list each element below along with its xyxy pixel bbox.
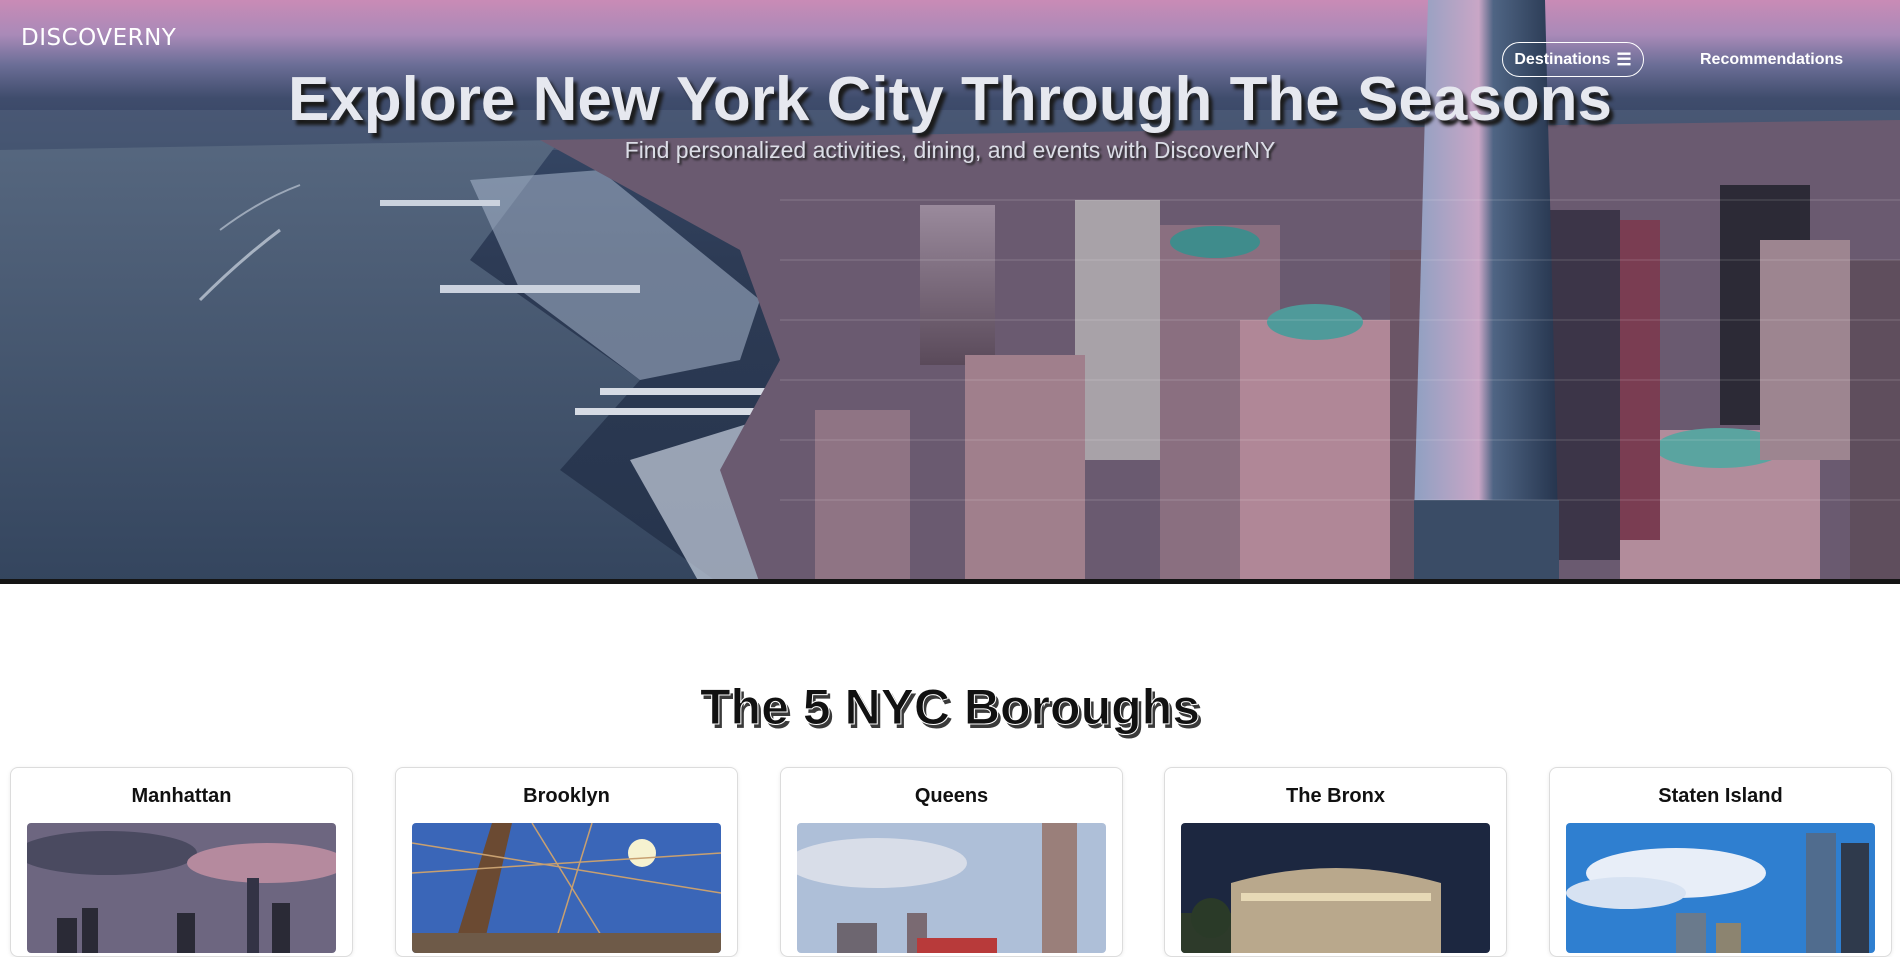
borough-card-queens[interactable]: Queens (780, 767, 1123, 957)
the-bronx-image (1181, 823, 1490, 953)
site-logo[interactable]: DISCOVERNY (21, 25, 176, 51)
hero-title: Explore New York City Through The Season… (287, 65, 1613, 134)
borough-card-brooklyn[interactable]: Brooklyn (395, 767, 738, 957)
borough-card-the-bronx[interactable]: The Bronx (1164, 767, 1507, 957)
hero-banner: DISCOVERNY Destinations ☰ Recommendation… (0, 0, 1900, 584)
borough-card-title: Manhattan (131, 785, 232, 807)
brooklyn-image (412, 823, 721, 953)
boroughs-section-title: The 5 NYC Boroughs (699, 679, 1201, 736)
borough-cards: Manhattan Brooklyn Queens The Bronx Stat… (0, 767, 1900, 957)
borough-card-title: Brooklyn (523, 785, 610, 807)
hero-subtitle: Find personalized activities, dining, an… (624, 137, 1276, 163)
borough-card-manhattan[interactable]: Manhattan (10, 767, 353, 957)
borough-card-title: Staten Island (1658, 785, 1783, 807)
staten-island-image (1566, 823, 1875, 953)
borough-card-title: The Bronx (1286, 785, 1385, 807)
queens-image (797, 823, 1106, 953)
borough-card-title: Queens (914, 785, 989, 807)
manhattan-image (27, 823, 336, 953)
borough-card-staten-island[interactable]: Staten Island (1549, 767, 1892, 957)
